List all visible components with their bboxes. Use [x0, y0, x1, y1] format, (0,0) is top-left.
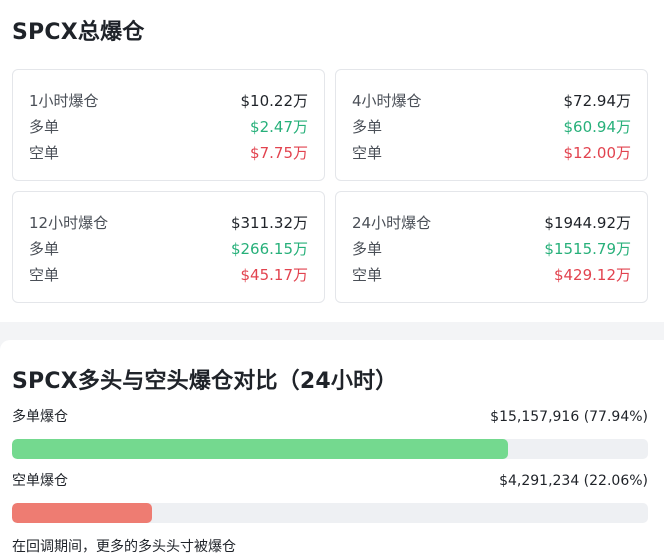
short-label: 空单: [29, 266, 60, 284]
long-value: $2.47万: [250, 118, 308, 136]
liquidation-card-4h: 4小时爆仓 $72.94万 多单 $60.94万 空单 $12.00万: [335, 69, 648, 181]
period-label: 24小时爆仓: [352, 214, 432, 232]
long-label: 多单: [29, 240, 60, 258]
total-row: 1小时爆仓 $10.22万: [29, 91, 308, 111]
period-label: 1小时爆仓: [29, 92, 99, 110]
long-label: 多单: [29, 118, 60, 136]
period-label: 4小时爆仓: [352, 92, 422, 110]
short-label: 空单: [29, 144, 60, 162]
total-value: $72.94万: [563, 92, 632, 110]
short-label: 空单: [352, 266, 383, 284]
long-liquidation-value: $15,157,916 (77.94%): [490, 409, 648, 425]
short-liquidation-row: 空单爆仓 $4,291,234 (22.06%): [12, 471, 648, 491]
summary-panel: SPCX总爆仓 1小时爆仓 $10.22万 多单 $2.47万 空单 $7.75…: [0, 0, 664, 322]
long-row: 多单 $2.47万: [29, 117, 308, 137]
short-row: 空单 $12.00万: [352, 143, 631, 163]
total-row: 12小时爆仓 $311.32万: [29, 213, 308, 233]
total-row: 4小时爆仓 $72.94万: [352, 91, 631, 111]
total-row: 24小时爆仓 $1944.92万: [352, 213, 631, 233]
total-value: $10.22万: [240, 92, 309, 110]
short-liquidation-label: 空单爆仓: [12, 473, 68, 489]
long-liquidation-row: 多单爆仓 $15,157,916 (77.94%): [12, 407, 648, 427]
total-value: $311.32万: [230, 214, 308, 232]
comparison-title: SPCX多头与空头爆仓对比（24小时）: [12, 369, 398, 394]
long-liquidation-bar-track: [12, 439, 648, 459]
period-label: 12小时爆仓: [29, 214, 109, 232]
short-value: $12.00万: [563, 144, 632, 162]
total-value: $1944.92万: [544, 214, 631, 232]
summary-title: SPCX总爆仓: [12, 20, 145, 45]
long-value: $266.15万: [230, 240, 308, 258]
liquidation-card-24h: 24小时爆仓 $1944.92万 多单 $1515.79万 空单 $429.12…: [335, 191, 648, 303]
comparison-note: 在回调期间，更多的多头头寸被爆仓: [12, 539, 236, 555]
short-value: $429.12万: [553, 266, 631, 284]
long-value: $60.94万: [563, 118, 632, 136]
long-row: 多单 $60.94万: [352, 117, 631, 137]
long-label: 多单: [352, 118, 383, 136]
short-value: $45.17万: [240, 266, 309, 284]
short-liquidation-value: $4,291,234 (22.06%): [499, 473, 648, 489]
short-row: 空单 $7.75万: [29, 143, 308, 163]
short-value: $7.75万: [250, 144, 308, 162]
short-label: 空单: [352, 144, 383, 162]
long-liquidation-label: 多单爆仓: [12, 409, 68, 425]
liquidation-card-1h: 1小时爆仓 $10.22万 多单 $2.47万 空单 $7.75万: [12, 69, 325, 181]
short-liquidation-bar: [12, 503, 153, 523]
long-row: 多单 $1515.79万: [352, 239, 631, 259]
short-liquidation-bar-track: [12, 503, 648, 523]
long-value: $1515.79万: [544, 240, 631, 258]
liquidation-card-12h: 12小时爆仓 $311.32万 多单 $266.15万 空单 $45.17万: [12, 191, 325, 303]
short-row: 空单 $429.12万: [352, 265, 631, 285]
short-row: 空单 $45.17万: [29, 265, 308, 285]
long-row: 多单 $266.15万: [29, 239, 308, 259]
long-liquidation-bar: [12, 439, 508, 459]
long-label: 多单: [352, 240, 383, 258]
